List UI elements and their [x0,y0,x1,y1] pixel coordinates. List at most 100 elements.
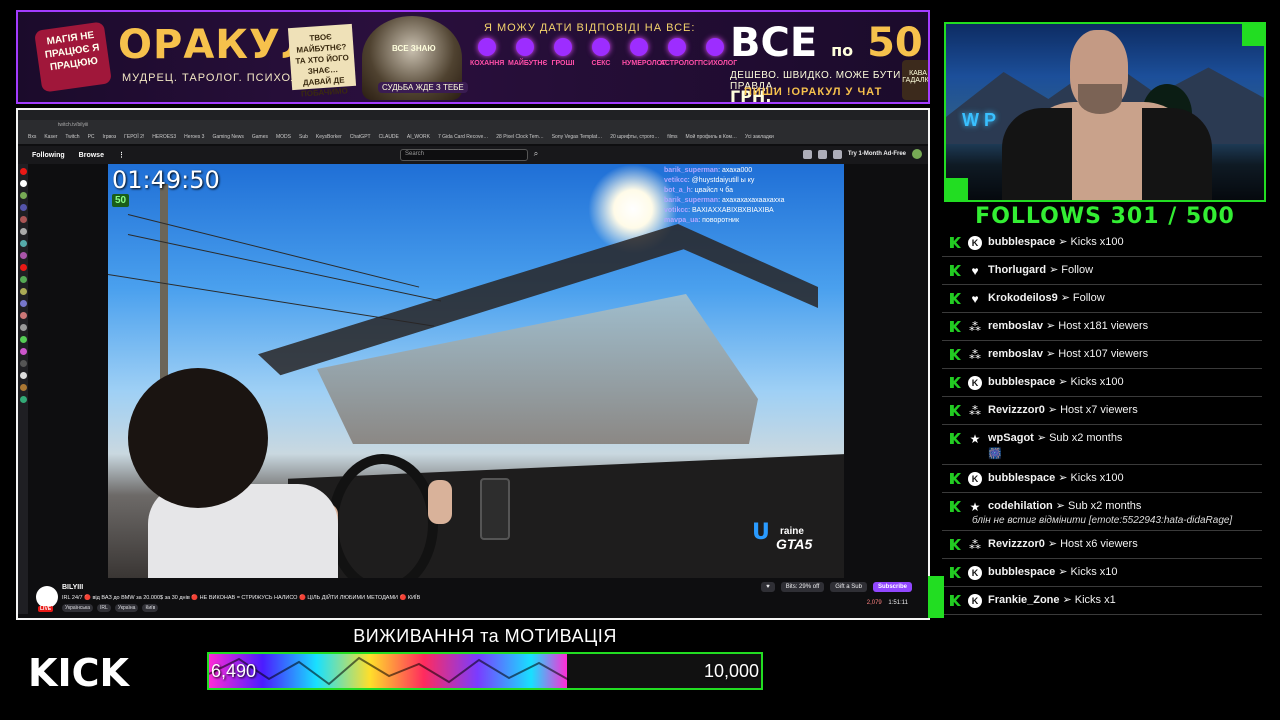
event-text: remboslav ➢ Host x181 viewers [988,319,1258,332]
sidebar-channel-avatar[interactable] [19,396,27,403]
browser-tab-strip[interactable] [18,110,928,120]
search-icon[interactable]: ⌕ [530,149,542,161]
bookmark-item[interactable]: 20 шрифты, строго… [610,134,659,140]
nav-following[interactable]: Following [32,152,65,159]
channel-name[interactable]: BILYIII [62,584,83,591]
chat-username: vetikcc [664,177,688,184]
bookmark-item[interactable]: ChatGPT [350,134,371,140]
heart-icon: ♥ [971,292,979,306]
sidebar-channel-avatar[interactable] [19,312,27,319]
video-player[interactable]: 01:49:50 50 barik_superman: ахаха000 veti… [108,164,844,578]
ad-free-button[interactable]: Try 1-Month Ad-Free [848,151,906,157]
twitch-top-nav: Following Browse ⋮ Search ⌕ Try 1-Month … [18,146,928,164]
user-avatar[interactable] [912,149,922,159]
bookmark-item[interactable]: Ігрвоз [103,134,117,140]
bookmark-item[interactable]: Gaming News [212,134,243,140]
bookmark-item[interactable]: HEROES3 [152,134,176,140]
nav-more-icon[interactable]: ⋮ [118,151,125,159]
whispers-icon[interactable] [817,149,827,159]
sidebar-channel-avatar[interactable] [19,168,27,175]
bookmark-item[interactable]: Twitch [65,134,79,140]
driver-hand [428,480,452,524]
kick-k-icon [950,265,961,276]
sidebar-channel-avatar[interactable] [19,180,27,187]
subscribe-button[interactable]: Subscribe [872,582,912,592]
bookmark-item[interactable]: 28 Pixel Clock Tem… [496,134,543,140]
bits-button[interactable]: Bits: 29% off [780,582,825,592]
stream-tag[interactable]: Українська [62,604,94,612]
chat-username: mavpa_ua [664,217,699,224]
bookmark-item[interactable]: Усі закладки [745,134,774,140]
heart-icon: ♥ [971,264,979,278]
chat-message: ахаха000 [721,167,753,174]
kick-k-icon [950,539,961,550]
bookmark-item[interactable]: Heroes 3 [184,134,204,140]
bookmark-item[interactable]: MODS [276,134,291,140]
notifications-icon[interactable] [802,149,812,159]
banner-answer-line: Я МОЖУ ДАТИ ВІДПОВІДІ НА ВСЕ: [484,22,696,34]
follow-heart-button[interactable]: ♥ [761,582,775,592]
banner-note: ТВОЄ МАЙБУТНЄ? ТА ХТО ЙОГО ЗНАЄ… ДАВАЙ Д… [287,23,357,99]
bookmark-item[interactable]: KeysBorker [316,134,342,140]
search-input[interactable]: Search [400,149,528,161]
sidebar-channel-avatar[interactable] [19,216,27,223]
bookmark-item[interactable]: Kaser [44,134,57,140]
bookmark-item[interactable]: 7 Gida Card Recove… [438,134,488,140]
bookmark-item[interactable]: ГЕРОЇ 2! [124,134,144,140]
bookmark-item[interactable]: AI_WORK [407,134,430,140]
sidebar-channel-avatar[interactable] [19,192,27,199]
sidebar-channel-avatar[interactable] [19,204,27,211]
host-icon: ⁂ [969,320,981,334]
arrow-icon: ➢ [1047,538,1058,550]
bookmark-item[interactable]: PC [88,134,95,140]
event-message: блін не встиг відмінити [emote:5522943:h… [972,515,1233,526]
sidebar-channel-avatar[interactable] [19,372,27,379]
event-row: ♥ Krokodeilos9 ➢ Follow [942,285,1262,313]
sidebar-channel-avatar[interactable] [19,264,27,271]
sidebar-channel-avatar[interactable] [19,252,27,259]
crown-icon[interactable] [832,149,842,159]
sidebar-channel-avatar[interactable] [19,300,27,307]
stream-title: IRL 24/7 🔴 від ВАЗ до BMW за 20.000$ за … [62,595,421,601]
stream-tag[interactable]: Україна [114,604,139,612]
streamer-beard [1078,84,1122,114]
sidebar-channel-avatar[interactable] [19,360,27,367]
sidebar-channel-avatar[interactable] [19,228,27,235]
sidebar-channel-avatar[interactable] [19,240,27,247]
nav-browse[interactable]: Browse [79,152,104,159]
bookmark-item[interactable]: Sub [299,134,308,140]
stream-tag[interactable]: IRL [97,604,111,612]
event-text: Krokodeilos9 ➢ Follow [988,291,1258,304]
followed-channels-sidebar [18,164,28,614]
gift-sub-button[interactable]: Gift a Sub [830,582,867,592]
channel-avatar[interactable] [36,586,58,608]
bookmark-item[interactable]: Games [252,134,268,140]
chat-message: ахахахахахаахахха [721,197,785,204]
sidebar-channel-avatar[interactable] [19,348,27,355]
bookmark-item[interactable]: Bxs [28,134,36,140]
banner-category: ГРОШІ [546,38,580,67]
event-action: Kicks x100 [1070,236,1124,248]
bookmark-item[interactable]: Мой профиль в Ком… [686,134,737,140]
category-icon [668,38,686,56]
bookmark-item[interactable]: Sony Vegas Templat… [552,134,603,140]
event-action: Kicks x10 [1070,566,1118,578]
event-user: remboslav [988,348,1044,360]
sidebar-channel-avatar[interactable] [19,288,27,295]
sidebar-channel-avatar[interactable] [19,384,27,391]
goal-current: 6,490 [211,661,257,681]
robe-left [1002,108,1072,200]
category-icon [592,38,610,56]
address-bar[interactable]: twitch.tv/bilyiii [18,120,928,130]
bookmark-item[interactable]: films [667,134,677,140]
event-row: ⁂ Revizzzor0 ➢ Host x6 viewers [942,531,1262,559]
stream-tag[interactable]: Київ [142,604,159,612]
sidebar-channel-avatar[interactable] [19,336,27,343]
frame-corner [1242,24,1264,46]
kicks-icon: K [968,594,982,608]
sidebar-channel-avatar[interactable] [19,276,27,283]
kicks-icon: K [968,566,982,580]
banner-category: МАЙБУТНЄ [508,38,547,67]
sidebar-channel-avatar[interactable] [19,324,27,331]
bookmark-item[interactable]: CLAUDE [379,134,399,140]
